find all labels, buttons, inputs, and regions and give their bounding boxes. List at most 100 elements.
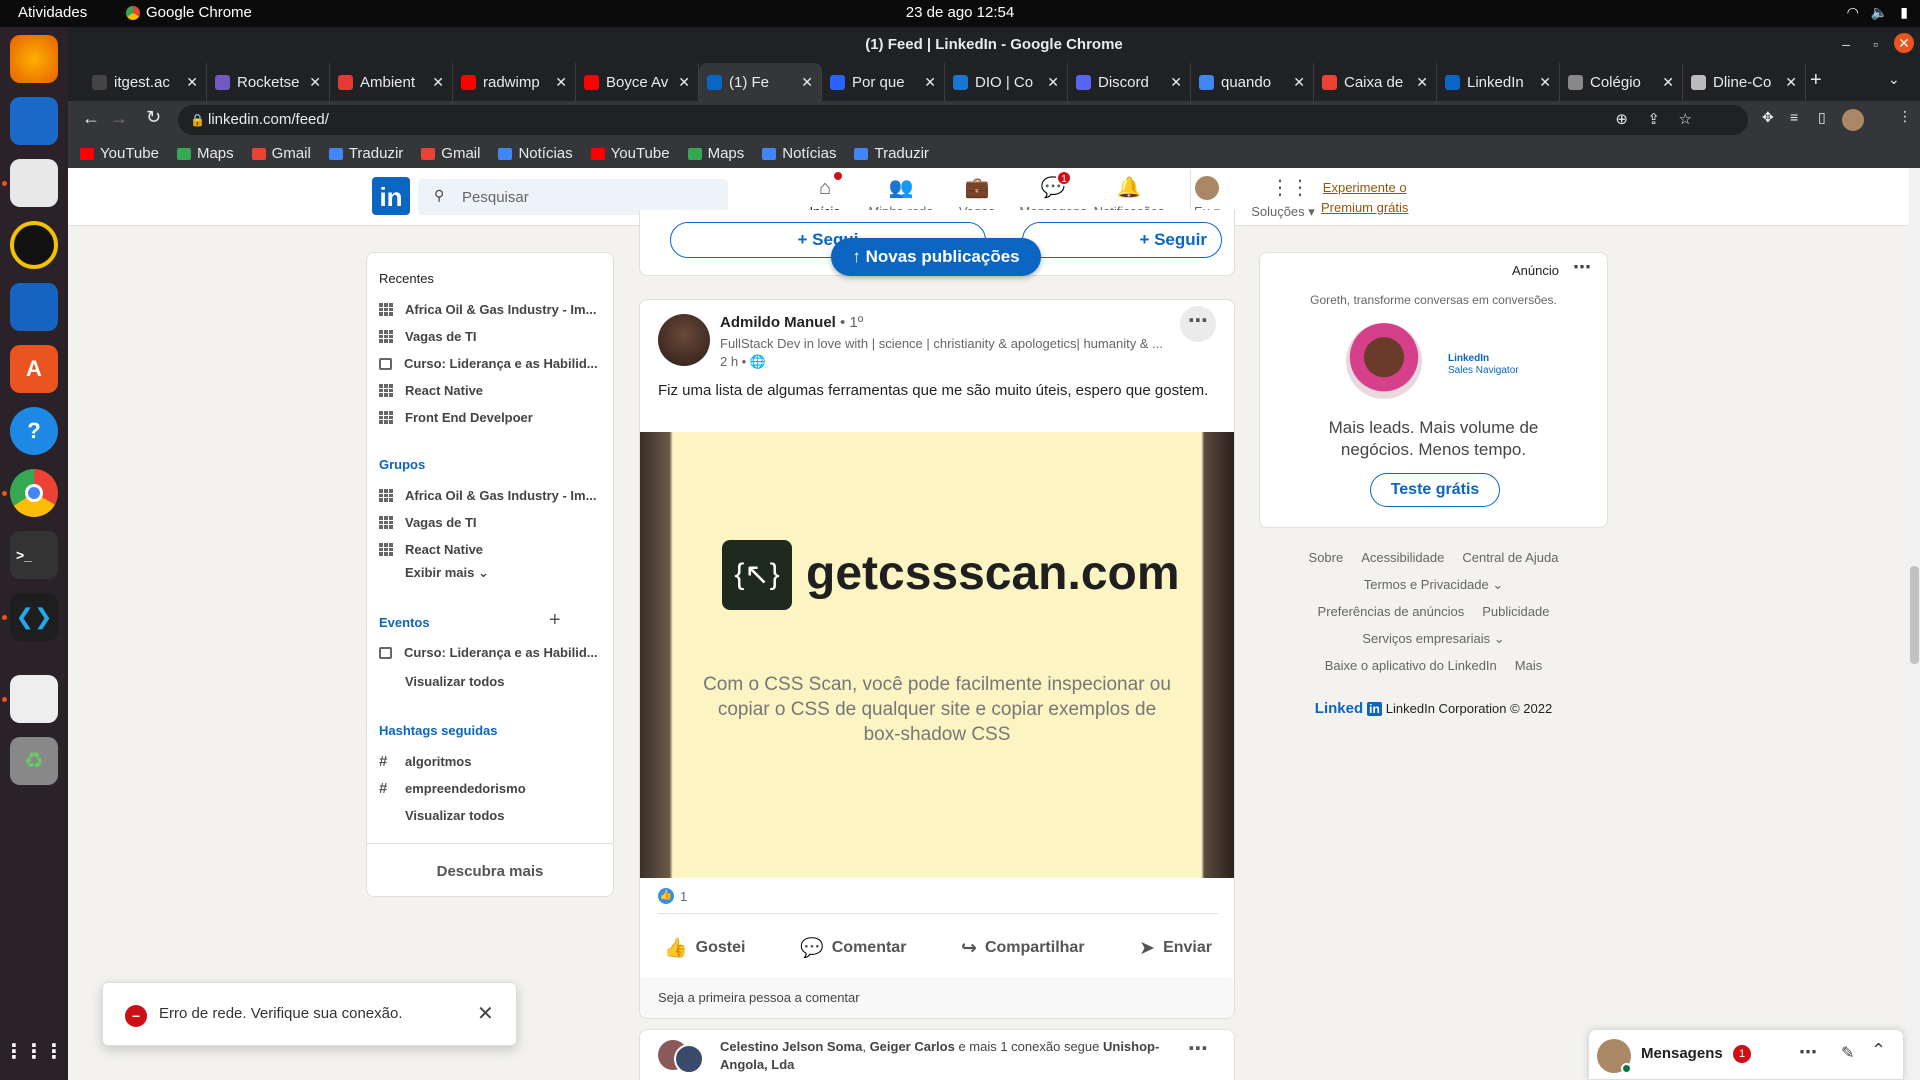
tab-5[interactable]: (1) Fe ✕: [699, 63, 822, 101]
footer-link[interactable]: Serviços empresariais ⌄: [1362, 631, 1504, 658]
vscode-icon[interactable]: ❮❯: [10, 593, 58, 641]
bookmark-item[interactable]: Maps: [687, 145, 744, 162]
show-apps-icon[interactable]: ⋮⋮⋮: [4, 1027, 64, 1075]
extensions-icon[interactable]: ✥: [1762, 109, 1774, 126]
post-more-icon[interactable]: ⋯: [1180, 306, 1216, 342]
close-tab-icon[interactable]: ✕: [432, 74, 444, 91]
terminal-icon[interactable]: >_: [10, 531, 58, 579]
close-tab-icon[interactable]: ✕: [678, 74, 690, 91]
footer-link[interactable]: Preferências de anúncios: [1318, 604, 1465, 631]
tab-12[interactable]: Colégio ✕: [1560, 63, 1683, 101]
bookmark-item[interactable]: YouTube: [80, 145, 159, 162]
events-title[interactable]: Eventos: [379, 615, 430, 630]
close-tab-icon[interactable]: ✕: [1047, 74, 1059, 91]
tab-3[interactable]: radwimp ✕: [453, 63, 576, 101]
system-tray[interactable]: ◠ 🔈 ▮: [1847, 4, 1908, 21]
new-tab-button[interactable]: +: [1810, 69, 1822, 92]
chrome-menu-icon[interactable]: ⋮: [1898, 108, 1912, 125]
group-item[interactable]: React Native: [379, 536, 607, 563]
hashtags-view-all[interactable]: Visualizar todos: [405, 808, 504, 823]
trash-icon[interactable]: ♻: [10, 737, 58, 785]
chevron-up-icon[interactable]: ⌃: [1871, 1040, 1886, 1061]
close-tab-icon[interactable]: ✕: [1170, 74, 1182, 91]
close-toast-icon[interactable]: ✕: [477, 1001, 494, 1026]
footer-link[interactable]: Central de Ajuda: [1462, 550, 1558, 577]
follow-button-2[interactable]: + Seguir: [1022, 222, 1222, 258]
discover-more-button[interactable]: Descubra mais: [367, 863, 613, 880]
tab-9[interactable]: quando ✕: [1191, 63, 1314, 101]
page-scrollbar-thumb[interactable]: [1910, 566, 1919, 664]
footer-link[interactable]: Sobre: [1309, 550, 1344, 577]
clock[interactable]: 23 de ago 12:54: [0, 4, 1920, 21]
address-bar[interactable]: 🔒 linkedin.com/feed/ ⊕ ⇪ ☆: [178, 105, 1748, 135]
connection-name-2[interactable]: Geiger Carlos: [870, 1039, 955, 1054]
close-tab-icon[interactable]: ✕: [924, 74, 936, 91]
close-tab-icon[interactable]: ✕: [555, 74, 567, 91]
reload-icon[interactable]: ↻: [146, 107, 161, 128]
author-name[interactable]: Admildo Manuel: [720, 314, 836, 331]
add-event-icon[interactable]: +: [549, 609, 561, 632]
media-icon[interactable]: ≡: [1790, 109, 1798, 125]
connection-name-1[interactable]: Celestino Jelson Soma: [720, 1039, 862, 1054]
hashtag-item[interactable]: # algoritmos: [379, 748, 607, 775]
show-more-link[interactable]: Exibir mais ⌄: [405, 565, 489, 581]
footer-link[interactable]: Acessibilidade: [1361, 550, 1444, 577]
share-icon[interactable]: ⇪: [1647, 105, 1660, 135]
close-window-button[interactable]: ✕: [1894, 33, 1914, 53]
bookmark-item[interactable]: Gmail: [421, 145, 480, 162]
hashtags-title[interactable]: Hashtags seguidas: [379, 723, 498, 738]
ad-more-icon[interactable]: ⋯: [1573, 257, 1591, 278]
linkedin-logo[interactable]: in: [372, 177, 410, 215]
footer-link[interactable]: Publicidade: [1482, 604, 1549, 631]
zoom-icon[interactable]: ⊕: [1615, 105, 1628, 135]
post-image[interactable]: {↖} getcssscan.com Com o CSS Scan, você …: [640, 432, 1234, 878]
back-icon[interactable]: ←: [82, 108, 100, 129]
tab-1[interactable]: Rocketse ✕: [207, 63, 330, 101]
groups-title[interactable]: Grupos: [379, 457, 425, 472]
thunderbird-icon[interactable]: [10, 97, 58, 145]
tab-8[interactable]: Discord ✕: [1068, 63, 1191, 101]
maximize-button[interactable]: ▫: [1873, 36, 1878, 52]
reader-icon[interactable]: [10, 675, 58, 723]
recent-item[interactable]: Vagas de TI: [379, 323, 607, 350]
firefox-icon[interactable]: [10, 35, 58, 83]
close-tab-icon[interactable]: ✕: [801, 74, 813, 91]
premium-link[interactable]: Experimente o Premium grátis: [1321, 178, 1408, 218]
bookmark-item[interactable]: Notícias: [762, 145, 836, 162]
sidepanel-icon[interactable]: ▯: [1818, 109, 1826, 126]
messaging-more-icon[interactable]: ⋯: [1799, 1042, 1817, 1063]
software-icon[interactable]: A: [10, 345, 58, 393]
recent-item[interactable]: React Native: [379, 377, 607, 404]
new-posts-button[interactable]: ↑ Novas publicações: [831, 238, 1041, 276]
tab-10[interactable]: Caixa de ✕: [1314, 63, 1437, 101]
try-free-button[interactable]: Teste grátis: [1370, 473, 1500, 507]
hashtag-item[interactable]: # empreendedorismo: [379, 775, 607, 802]
post-action-comment[interactable]: 💬 Comentar: [786, 920, 920, 976]
reactions-count[interactable]: 👍 1: [658, 888, 687, 904]
post-action-send[interactable]: ➤ Enviar: [1125, 920, 1226, 976]
help-icon[interactable]: ?: [10, 407, 58, 455]
forward-icon[interactable]: →: [110, 108, 128, 129]
files-icon[interactable]: [10, 159, 58, 207]
events-view-all[interactable]: Visualizar todos: [405, 674, 504, 689]
recent-item[interactable]: Curso: Liderança e as Habilid...: [379, 350, 607, 377]
group-item[interactable]: Africa Oil & Gas Industry - Im...: [379, 482, 607, 509]
next-post-more-icon[interactable]: ⋯: [1188, 1036, 1208, 1061]
group-item[interactable]: Vagas de TI: [379, 509, 607, 536]
tab-0[interactable]: itgest.ac ✕: [84, 63, 207, 101]
app-menu[interactable]: Google Chrome: [126, 4, 252, 21]
close-tab-icon[interactable]: ✕: [1539, 74, 1551, 91]
close-tab-icon[interactable]: ✕: [1416, 74, 1428, 91]
tab-search-icon[interactable]: ⌄: [1888, 71, 1900, 88]
tab-6[interactable]: Por que ✕: [822, 63, 945, 101]
footer-link[interactable]: Mais: [1515, 658, 1542, 685]
close-tab-icon[interactable]: ✕: [1662, 74, 1674, 91]
recent-item[interactable]: Front End Develpoer: [379, 404, 607, 431]
tab-7[interactable]: DIO | Co ✕: [945, 63, 1068, 101]
bookmark-item[interactable]: Notícias: [498, 145, 573, 162]
chrome-dock-icon[interactable]: [10, 469, 58, 517]
minimize-button[interactable]: –: [1842, 36, 1850, 52]
tab-4[interactable]: Boyce Av ✕: [576, 63, 699, 101]
bookmark-item[interactable]: Gmail: [251, 145, 311, 162]
event-item[interactable]: Curso: Liderança e as Habilid...: [379, 639, 607, 666]
